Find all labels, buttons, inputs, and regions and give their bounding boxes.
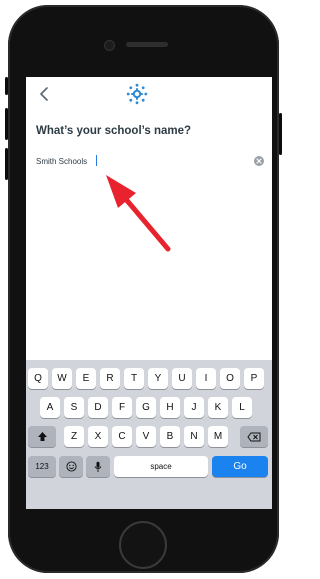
key-q[interactable]: Q bbox=[28, 368, 48, 389]
nav-bar bbox=[26, 77, 272, 113]
backspace-icon bbox=[247, 432, 261, 441]
key-h[interactable]: H bbox=[160, 397, 180, 418]
earpiece-speaker bbox=[126, 42, 168, 47]
key-o[interactable]: O bbox=[220, 368, 240, 389]
key-s[interactable]: S bbox=[64, 397, 84, 418]
red-annotation-arrow bbox=[106, 175, 171, 252]
numbers-key[interactable]: 123 bbox=[28, 456, 56, 477]
key-u[interactable]: U bbox=[172, 368, 192, 389]
clear-x-icon bbox=[256, 158, 262, 164]
mute-switch bbox=[5, 77, 8, 95]
space-key[interactable]: space bbox=[114, 456, 208, 477]
canvas-logo-icon bbox=[126, 83, 148, 105]
key-a[interactable]: A bbox=[40, 397, 60, 418]
front-camera bbox=[104, 40, 115, 51]
dictation-key[interactable] bbox=[86, 456, 110, 477]
clear-button[interactable] bbox=[254, 156, 264, 166]
key-c[interactable]: C bbox=[112, 426, 132, 447]
go-key[interactable]: Go bbox=[212, 456, 268, 477]
text-cursor bbox=[96, 155, 97, 166]
key-t[interactable]: T bbox=[124, 368, 144, 389]
volume-up-button bbox=[5, 108, 8, 140]
key-y[interactable]: Y bbox=[148, 368, 168, 389]
keyboard: Q W E R T Y U I O P A S D F G H J K L Z … bbox=[26, 360, 272, 509]
key-j[interactable]: J bbox=[184, 397, 204, 418]
key-e[interactable]: E bbox=[76, 368, 96, 389]
microphone-icon bbox=[94, 461, 102, 472]
power-button bbox=[279, 113, 282, 155]
key-i[interactable]: I bbox=[196, 368, 216, 389]
home-button[interactable] bbox=[119, 521, 167, 569]
chevron-left-icon bbox=[40, 87, 48, 101]
key-d[interactable]: D bbox=[88, 397, 108, 418]
key-b[interactable]: B bbox=[160, 426, 180, 447]
key-z[interactable]: Z bbox=[64, 426, 84, 447]
school-search-field[interactable] bbox=[36, 153, 264, 169]
emoji-key[interactable] bbox=[59, 456, 83, 477]
school-name-input[interactable] bbox=[36, 153, 246, 169]
shift-key[interactable] bbox=[28, 426, 56, 447]
key-w[interactable]: W bbox=[52, 368, 72, 389]
key-k[interactable]: K bbox=[208, 397, 228, 418]
key-v[interactable]: V bbox=[136, 426, 156, 447]
volume-down-button bbox=[5, 148, 8, 180]
key-p[interactable]: P bbox=[244, 368, 264, 389]
key-l[interactable]: L bbox=[232, 397, 252, 418]
key-f[interactable]: F bbox=[112, 397, 132, 418]
app-screen: What’s your school’s name? Q W E R T Y U… bbox=[26, 77, 272, 509]
shift-arrow-icon bbox=[37, 432, 47, 441]
delete-key[interactable] bbox=[240, 426, 268, 447]
key-x[interactable]: X bbox=[88, 426, 108, 447]
key-m[interactable]: M bbox=[208, 426, 228, 447]
page-title: What’s your school’s name? bbox=[36, 125, 192, 137]
emoji-icon bbox=[65, 461, 77, 472]
key-g[interactable]: G bbox=[136, 397, 156, 418]
back-button[interactable] bbox=[34, 83, 54, 105]
key-r[interactable]: R bbox=[100, 368, 120, 389]
key-n[interactable]: N bbox=[184, 426, 204, 447]
